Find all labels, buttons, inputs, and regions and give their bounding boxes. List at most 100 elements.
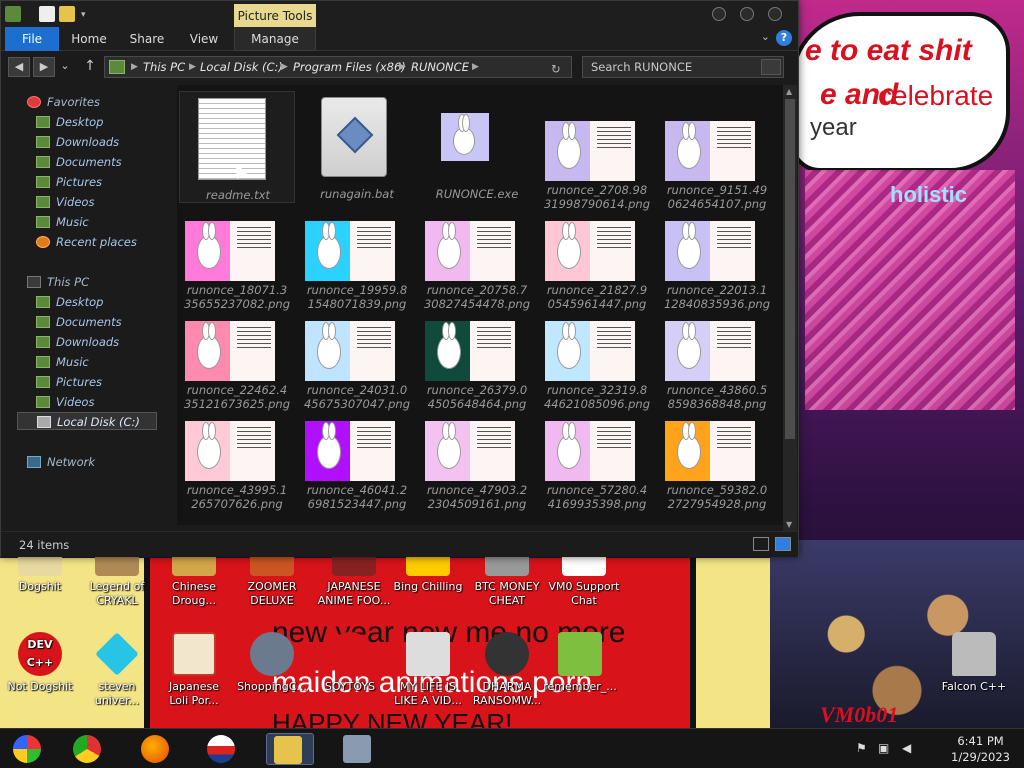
file-item[interactable]: runonce_26379.0 4505648464.png xyxy=(419,291,535,411)
file-item[interactable]: runonce_32319.8 44621085096.png xyxy=(539,291,655,411)
file-item[interactable]: runonce_43995.1 265707626.png xyxy=(179,391,295,511)
file-item[interactable]: runonce_43860.5 8598368848.png xyxy=(659,291,775,411)
maximize-button[interactable] xyxy=(740,7,754,21)
image-thumbnail xyxy=(425,321,515,381)
file-item[interactable]: runonce_21827.9 0545961447.png xyxy=(539,191,655,311)
desktop-icon-my-life[interactable]: MY LIFE IS LIKE A VID... xyxy=(388,632,468,708)
up-arrow-icon[interactable]: ↑ xyxy=(81,57,99,77)
file-item[interactable]: runonce_57280.4 4169935398.png xyxy=(539,391,655,511)
refresh-icon[interactable]: ↻ xyxy=(551,59,567,76)
tab-share[interactable]: Share xyxy=(121,27,173,51)
chevron-down-icon[interactable]: ⌄ xyxy=(761,30,770,43)
file-item[interactable]: runagain.bat xyxy=(299,91,415,201)
thumbnail-text-lines xyxy=(597,427,631,449)
thumbnail-text-lines xyxy=(357,227,391,249)
network-icon xyxy=(27,456,41,468)
desktop-icon-japanese-loli[interactable]: Japanese Loli Por... xyxy=(154,632,234,708)
file-item[interactable]: runonce_22462.4 35121673625.png xyxy=(179,291,295,411)
file-item[interactable]: runonce_18071.3 35655237082.png xyxy=(179,191,295,311)
bunny-icon xyxy=(677,122,701,169)
tab-home[interactable]: Home xyxy=(63,27,115,51)
file-item[interactable]: runonce_22013.1 12840835936.png xyxy=(659,191,775,311)
status-bar: 24 items xyxy=(1,531,798,557)
taskbar-chrome[interactable] xyxy=(66,733,108,765)
clock[interactable]: 6:41 PM 1/29/2023 xyxy=(951,733,1010,765)
desktop-icon-dharma[interactable]: DHARMA RANSOMW... xyxy=(467,632,547,708)
desktop-icon-vm0-support-chat[interactable]: VM0 Support Chat xyxy=(544,548,624,608)
taskbar-file-explorer[interactable] xyxy=(266,733,314,765)
large-icons-view-icon[interactable] xyxy=(775,537,791,551)
breadcrumb-program-files[interactable]: Program Files (x86) xyxy=(293,57,406,77)
desktop-icon-chinese-droug[interactable]: Chinese Droug... xyxy=(154,548,234,608)
desktop-icon-remember[interactable]: remember_... xyxy=(540,632,620,694)
bunny-icon xyxy=(557,422,581,469)
desktop-icon-btc-money-cheat[interactable]: BTC MONEY CHEAT xyxy=(467,548,547,608)
search-input[interactable]: Search RUNONCE xyxy=(582,56,784,78)
vertical-scrollbar[interactable]: ▲ ▼ xyxy=(783,85,797,531)
desktop-icon-falcon-cpp[interactable]: Falcon C++ xyxy=(934,632,1014,694)
file-item[interactable]: runonce_24031.0 45675307047.png xyxy=(299,291,415,411)
taskbar-obama[interactable] xyxy=(200,733,242,765)
volume-icon[interactable]: ◀ xyxy=(902,741,916,755)
nav-pc-local-disk[interactable]: Local Disk (C:) xyxy=(17,412,157,430)
picture-tools-label: Picture Tools xyxy=(234,4,316,28)
search-icon[interactable] xyxy=(761,59,781,75)
new-folder-icon[interactable] xyxy=(59,6,75,22)
tab-file[interactable]: File xyxy=(5,27,59,51)
thumbnail-text-lines xyxy=(717,327,751,349)
breadcrumb-runonce[interactable]: RUNONCE xyxy=(411,57,469,77)
flag-icon[interactable]: ⚑ xyxy=(856,741,870,755)
file-name: runonce_59382.0 2727954928.png xyxy=(666,483,768,511)
chevron-down-icon[interactable]: ▾ xyxy=(81,10,91,20)
pictures-icon xyxy=(36,176,50,188)
batch-file-icon xyxy=(321,97,387,177)
back-button[interactable]: ◀ xyxy=(8,57,30,77)
properties-icon[interactable] xyxy=(39,6,55,22)
breadcrumb-this-pc[interactable]: This PC xyxy=(143,57,185,77)
file-item[interactable]: runonce_46041.2 6981523447.png xyxy=(299,391,415,511)
file-item[interactable]: readme.txt xyxy=(179,91,295,203)
folder-icon xyxy=(109,60,125,74)
minimize-button[interactable] xyxy=(712,7,726,21)
details-view-icon[interactable] xyxy=(753,537,769,551)
bunny-icon xyxy=(677,422,701,469)
forward-button[interactable]: ▶ xyxy=(33,57,55,77)
desktop-icon-legend-cryakl[interactable]: Legend of CRYAKL xyxy=(77,548,157,608)
dev-cpp-badge: DEV C++ xyxy=(26,638,54,669)
wallpaper-vm-text: VM0b01 xyxy=(820,702,899,727)
recent-locations-icon[interactable]: ⌄ xyxy=(59,57,71,77)
address-bar[interactable]: ▶ This PC ▶ Local Disk (C:) ▶ Program Fi… xyxy=(104,56,572,78)
desktop-icon-not-dogshit[interactable]: DEV C++ Not Dogshit xyxy=(0,632,80,694)
desktop-icon-shopping[interactable]: ShoppingC... xyxy=(232,632,312,694)
file-item[interactable]: runonce_47903.2 2304509161.png xyxy=(419,391,535,511)
thumbnail-text-lines xyxy=(237,327,271,349)
desktop-icon-zoomer-deluxe[interactable]: ZOOMER DELUXE xyxy=(232,548,312,608)
desktop-icon-japanese-anime[interactable]: JAPANESE ANIME FOO... xyxy=(314,548,394,608)
breadcrumb-separator-icon: ▶ xyxy=(131,62,138,72)
scroll-up-icon[interactable]: ▲ xyxy=(786,87,792,96)
title-bar[interactable]: ▾ Picture Tools xyxy=(1,1,798,28)
desktop-icon-label: Japanese Loli Por... xyxy=(169,680,219,707)
network-icon[interactable]: ▣ xyxy=(878,741,892,755)
tab-view[interactable]: View xyxy=(179,27,229,51)
bunny-icon xyxy=(317,422,341,469)
start-button[interactable] xyxy=(6,733,48,765)
taskbar-firefox[interactable] xyxy=(134,733,176,765)
breadcrumb-local-disk[interactable]: Local Disk (C:) xyxy=(200,57,283,77)
desktop-icon-steven-univer[interactable]: steven univer... xyxy=(77,632,157,708)
desktop-icon-soytoys[interactable]: SOYTOYS xyxy=(310,632,390,694)
file-item[interactable]: runonce_2708.98 31998790614.png xyxy=(539,91,655,211)
music-icon xyxy=(36,216,50,228)
scroll-thumb[interactable] xyxy=(785,99,795,439)
close-button[interactable] xyxy=(768,7,782,21)
file-item[interactable]: runonce_20758.7 30827454478.png xyxy=(419,191,535,311)
taskbar-system[interactable] xyxy=(336,733,378,765)
file-item[interactable]: runonce_59382.0 2727954928.png xyxy=(659,391,775,511)
file-item[interactable]: RUNONCE.exe xyxy=(419,91,535,201)
desktop-icon-label: ShoppingC... xyxy=(237,680,307,693)
help-icon[interactable]: ? xyxy=(776,30,792,46)
file-item[interactable]: runonce_19959.8 1548071839.png xyxy=(299,191,415,311)
tab-manage[interactable]: Manage xyxy=(234,27,316,51)
scroll-down-icon[interactable]: ▼ xyxy=(786,520,792,529)
file-item[interactable]: runonce_9151.49 0624654107.png xyxy=(659,91,775,211)
